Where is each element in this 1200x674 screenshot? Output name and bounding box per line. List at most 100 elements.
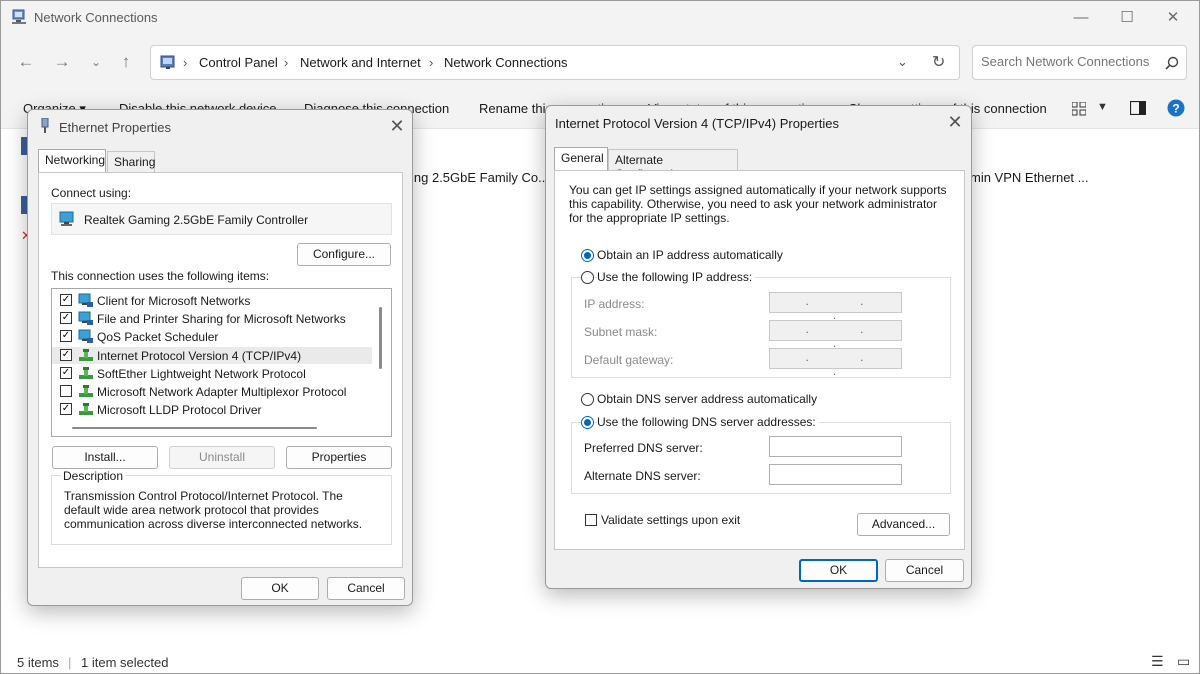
close-icon[interactable]: ✕ [943, 110, 967, 134]
intro-text: You can get IP settings assigned automat… [569, 183, 947, 225]
component-checkbox[interactable]: ✓ [60, 294, 72, 306]
up-arrow-icon[interactable]: ↑ [115, 51, 137, 73]
default-gateway-field[interactable]: . . . [769, 348, 902, 378]
advanced-button[interactable]: Advanced... [857, 513, 950, 536]
component-row[interactable]: ✓ Internet Protocol Version 4 (TCP/IPv4) [52, 346, 372, 364]
component-row[interactable]: ✓ File and Printer Sharing for Microsoft … [52, 310, 372, 327]
obtain-ip-auto-label[interactable]: Obtain an IP address automatically [597, 248, 783, 262]
preferred-dns-label: Preferred DNS server: [584, 441, 703, 455]
networking-panel: Connect using: Realtek Gaming 2.5GbE Fam… [38, 172, 403, 568]
breadcrumb-control-panel[interactable]: Control Panel [199, 55, 278, 70]
tab-networking[interactable]: Networking [38, 149, 106, 173]
cancel-button[interactable]: Cancel [327, 577, 405, 600]
component-checkbox[interactable] [60, 385, 72, 397]
view-options-icon[interactable] [1072, 102, 1086, 116]
search-input[interactable] [981, 54, 1156, 69]
component-row[interactable]: ✓ SoftEther Lightweight Network Protocol [52, 365, 372, 382]
general-panel: You can get IP settings assigned automat… [554, 170, 965, 550]
component-label: Internet Protocol Version 4 (TCP/IPv4) [97, 348, 302, 363]
ok-button[interactable]: OK [241, 577, 319, 600]
use-following-ip-radio[interactable] [581, 271, 594, 284]
connection-item-ethernet[interactable]: ing 2.5GbE Family Co... [411, 170, 549, 185]
ethernet-icon [41, 118, 49, 133]
close-window-button[interactable]: ✕ [1150, 5, 1196, 31]
tab-sharing[interactable]: Sharing [107, 151, 155, 173]
status-divider: | [68, 655, 72, 670]
breadcrumb-network-connections[interactable]: Network Connections [444, 55, 568, 70]
obtain-dns-auto-label[interactable]: Obtain DNS server address automatically [597, 392, 817, 406]
use-following-dns-label[interactable]: Use the following DNS server addresses: [597, 415, 819, 429]
protocol-icon [79, 348, 93, 361]
close-icon[interactable]: ✕ [385, 114, 409, 138]
address-dropdown-chevron-icon[interactable]: ⌄ [897, 54, 908, 70]
validate-checkbox[interactable] [585, 514, 597, 526]
forward-arrow-icon[interactable]: → [51, 51, 73, 73]
search-icon [1165, 56, 1179, 70]
uninstall-button[interactable]: Uninstall [169, 446, 275, 469]
component-label: File and Printer Sharing for Microsoft N… [97, 312, 346, 327]
network-service-icon [78, 311, 93, 326]
horizontal-scrollbar-thumb[interactable] [72, 427, 317, 429]
component-row[interactable]: ✓ Microsoft LLDP Protocol Driver [52, 401, 372, 418]
component-checkbox[interactable]: ✓ [60, 366, 72, 379]
component-label: Microsoft LLDP Protocol Driver [97, 403, 262, 418]
obtain-dns-auto-radio[interactable] [581, 393, 594, 406]
component-label: SoftEther Lightweight Network Protocol [97, 366, 306, 381]
breadcrumb-separator: › [429, 55, 434, 70]
details-view-icon[interactable]: ☰ [1151, 653, 1164, 670]
description-title: Description [61, 469, 126, 483]
component-row[interactable]: ✓ QoS Packet Scheduler [52, 328, 372, 345]
svg-text:?: ? [1172, 102, 1179, 116]
properties-button[interactable]: Properties [286, 446, 392, 469]
dialog-title: Ethernet Properties [59, 120, 172, 135]
help-icon[interactable]: ? [1167, 99, 1185, 117]
components-list: ✓ Client for Microsoft Networks ✓ File and … [51, 288, 392, 437]
maximize-button[interactable]: ☐ [1104, 5, 1150, 31]
breadcrumb-network-and-internet[interactable]: Network and Internet [300, 55, 421, 70]
tab-alternate-configuration[interactable]: Alternate Configuration [608, 149, 738, 181]
adapter-field: Realtek Gaming 2.5GbE Family Controller [51, 203, 392, 235]
control-panel-icon [160, 55, 175, 69]
preview-pane-icon[interactable] [1130, 101, 1146, 115]
use-following-dns-radio[interactable] [581, 416, 594, 429]
component-checkbox[interactable]: ✓ [60, 330, 72, 343]
preferred-dns-field[interactable] [769, 436, 902, 457]
breadcrumb-separator: › [284, 55, 289, 70]
list-scrollbar-thumb[interactable] [379, 307, 382, 369]
alternate-dns-field[interactable] [769, 464, 902, 485]
ok-button[interactable]: OK [799, 559, 878, 582]
refresh-icon[interactable]: ↻ [932, 52, 945, 72]
recent-locations-chevron-icon[interactable]: ⌄ [85, 51, 107, 73]
ip-address-label: IP address: [584, 297, 645, 311]
component-checkbox[interactable]: ✓ [60, 403, 72, 416]
component-row[interactable]: Microsoft Network Adapter Multiplexor Pr… [52, 383, 372, 400]
address-bar[interactable]: › Control Panel › Network and Internet ›… [150, 45, 960, 80]
back-arrow-icon[interactable]: ← [15, 51, 37, 73]
configure-button[interactable]: Configure... [297, 243, 391, 266]
ip-address-field[interactable]: . . . [769, 292, 902, 322]
subnet-mask-field[interactable]: . . . [769, 320, 902, 350]
subnet-mask-label: Subnet mask: [584, 325, 658, 339]
network-client-icon [78, 293, 93, 307]
use-following-ip-label[interactable]: Use the following IP address: [597, 270, 756, 284]
cancel-button[interactable]: Cancel [885, 559, 964, 582]
large-icons-view-icon[interactable]: ▭ [1177, 653, 1190, 670]
selected-count: 1 item selected [81, 655, 169, 670]
default-gateway-label: Default gateway: [584, 353, 674, 367]
network-adapter-icon [59, 211, 74, 226]
breadcrumb-separator: › [183, 55, 188, 70]
obtain-ip-auto-radio[interactable] [581, 249, 594, 262]
alternate-dns-label: Alternate DNS server: [584, 469, 701, 483]
component-checkbox[interactable]: ✓ [60, 348, 72, 361]
view-dropdown-chevron-icon[interactable]: ▼ [1097, 101, 1108, 113]
protocol-icon [79, 403, 93, 416]
tab-general[interactable]: General [554, 147, 608, 171]
install-button[interactable]: Install... [52, 446, 158, 469]
minimize-button[interactable]: — [1058, 5, 1104, 31]
ipv4-properties-dialog: Internet Protocol Version 4 (TCP/IPv4) P… [545, 105, 972, 589]
connection-item-vpn[interactable]: min VPN Ethernet ... [970, 170, 1089, 185]
validate-label[interactable]: Validate settings upon exit [601, 513, 740, 527]
search-box[interactable] [972, 45, 1187, 80]
component-row[interactable]: ✓ Client for Microsoft Networks [52, 292, 372, 309]
component-checkbox[interactable]: ✓ [60, 312, 72, 325]
